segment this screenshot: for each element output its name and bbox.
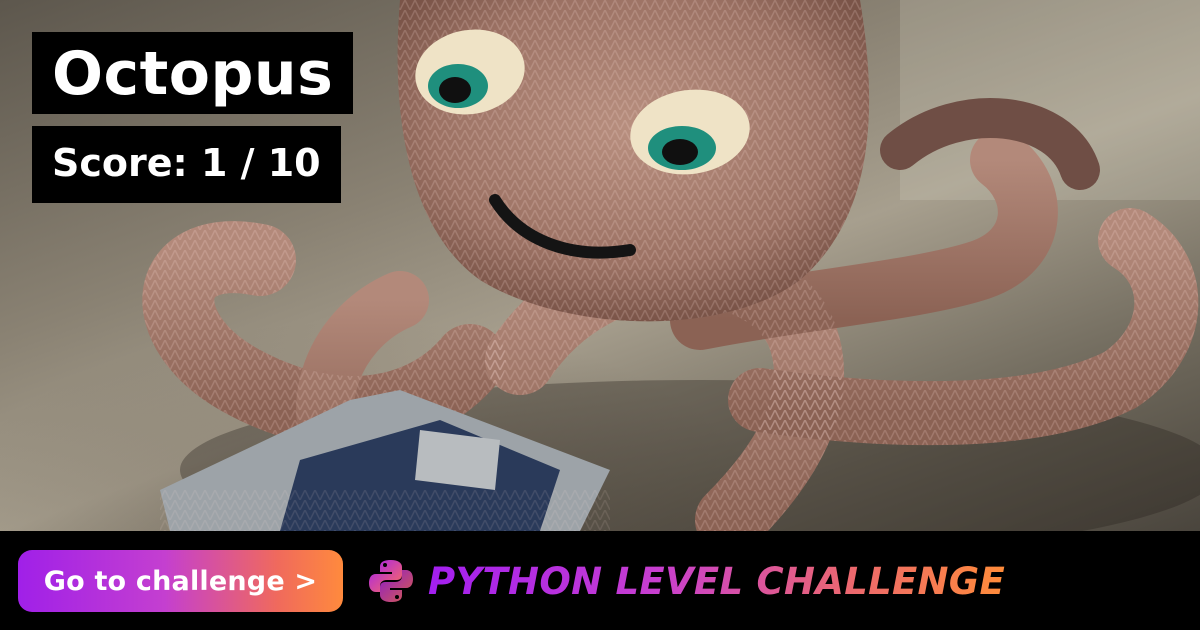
challenge-title: Octopus: [52, 39, 334, 109]
brand: PYTHON LEVEL CHALLENGE: [368, 555, 1005, 607]
score-text: Score: 1 / 10: [52, 141, 321, 185]
go-to-challenge-label: Go to challenge >: [43, 565, 318, 597]
brand-title: PYTHON LEVEL CHALLENGE: [428, 559, 1006, 603]
challenge-card: Octopus Score: 1 / 10 Go to challenge >: [0, 0, 1200, 630]
score-badge: Score: 1 / 10: [32, 126, 341, 203]
python-logo-icon: [368, 558, 414, 604]
go-to-challenge-button[interactable]: Go to challenge >: [18, 550, 343, 612]
title-badge: Octopus: [32, 32, 354, 114]
footer-bar: Go to challenge > PYTHON LEVEL CHALLENGE: [0, 531, 1200, 630]
